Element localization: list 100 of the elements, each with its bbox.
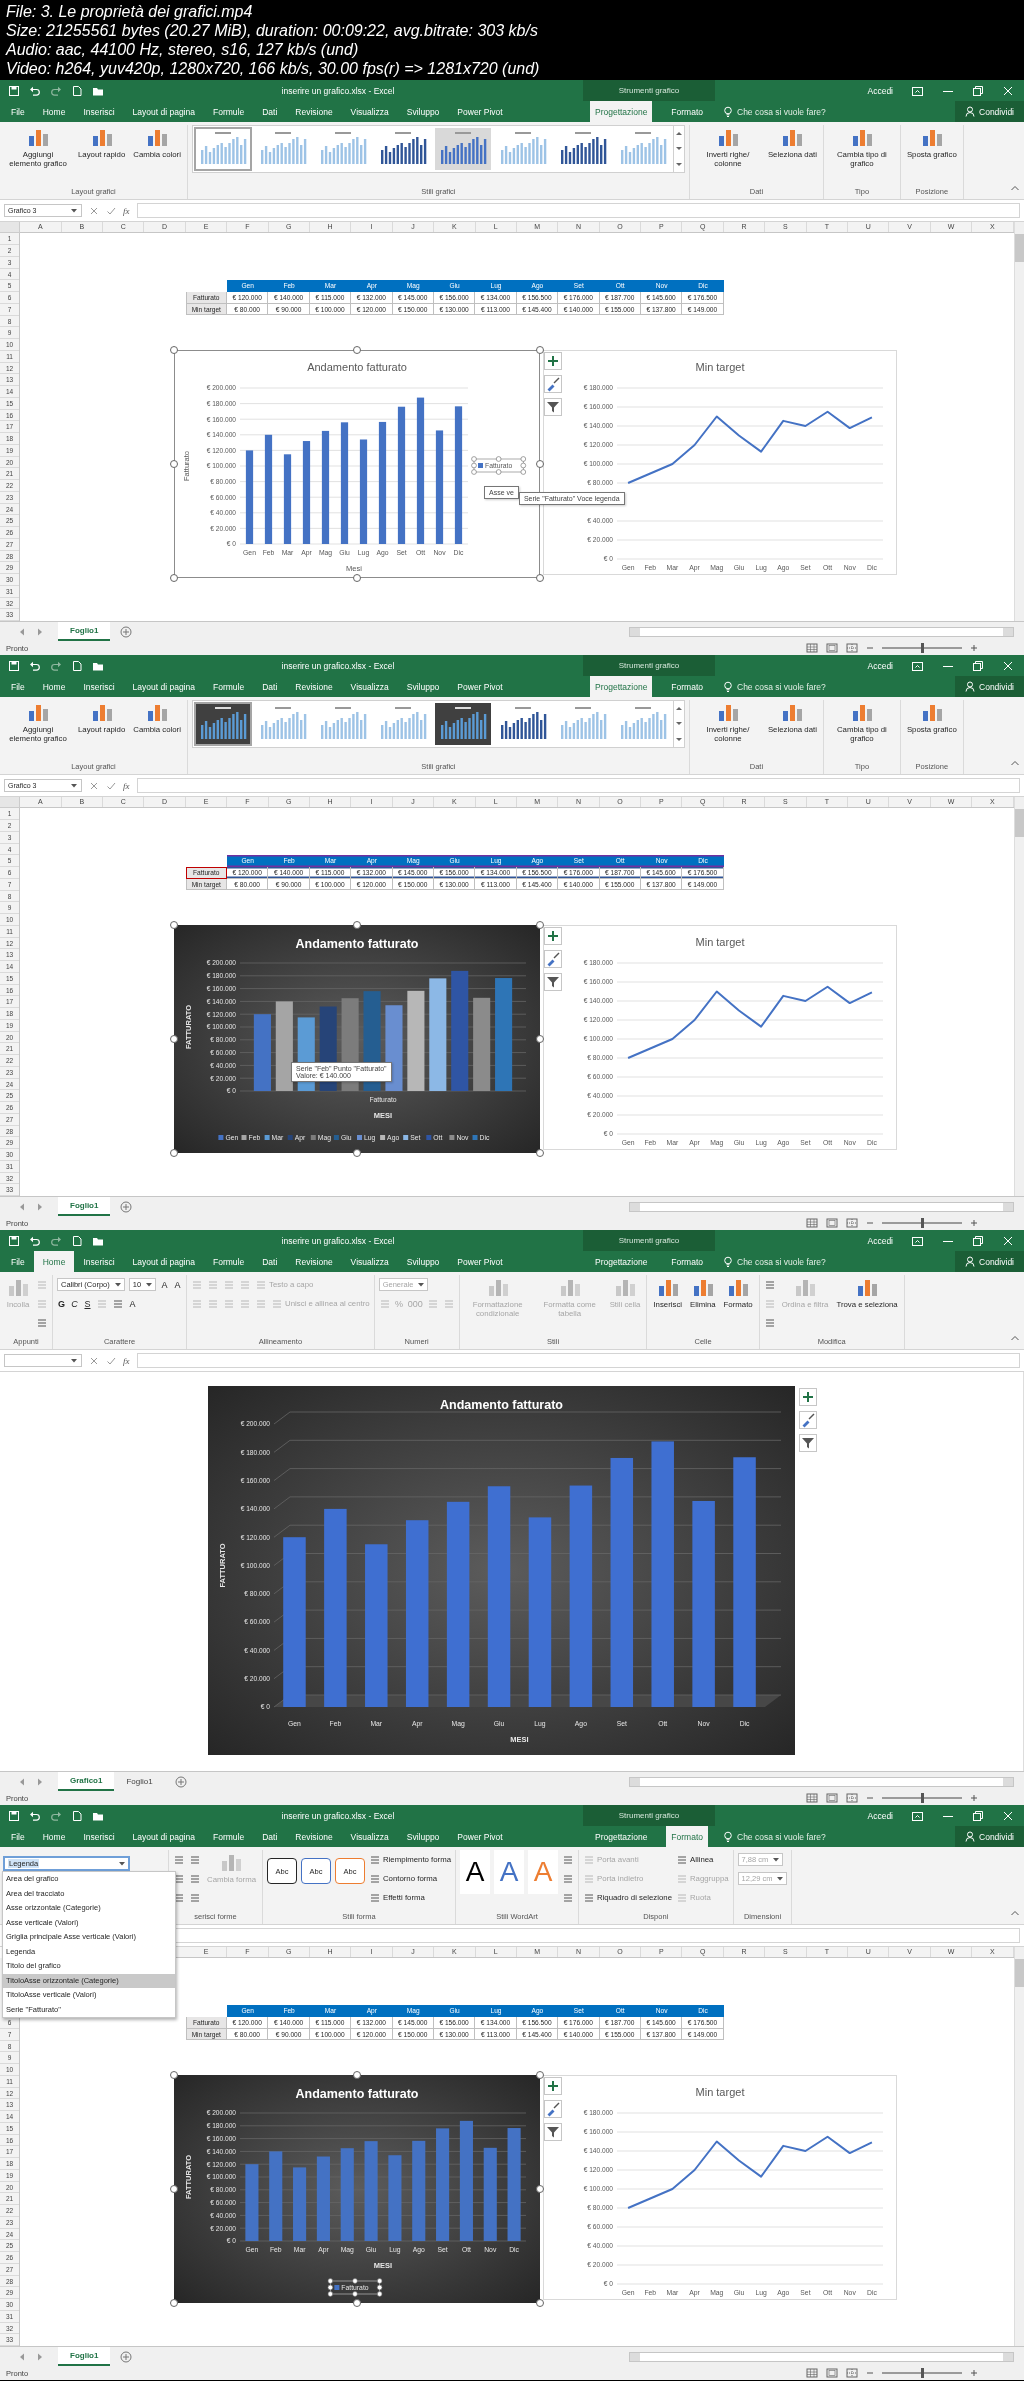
share-button[interactable]: Condividi [955, 1251, 1024, 1272]
chart-styles-button[interactable] [799, 1411, 817, 1429]
ribbon-tab[interactable]: Dati [253, 1826, 287, 1847]
format-button[interactable]: A [160, 1279, 170, 1290]
ribbon-tab[interactable]: Progettazione [589, 1826, 653, 1847]
restore-icon[interactable] [972, 1809, 984, 1822]
close-icon[interactable] [1002, 84, 1014, 97]
page-layout-icon[interactable] [826, 1218, 838, 1228]
lines-icon[interactable] [562, 1891, 574, 1904]
add-chart-element-button[interactable] [544, 927, 562, 945]
lines-icon[interactable] [763, 1316, 776, 1329]
slider-thumb[interactable] [920, 2368, 924, 2378]
vertical-scrollbar[interactable] [1023, 1372, 1024, 1771]
ribbon-tab[interactable]: Visualizza [341, 101, 398, 122]
chart-filter-button[interactable] [544, 398, 562, 416]
ribbon-tab[interactable]: File [2, 1826, 34, 1847]
resize-handle[interactable] [170, 460, 178, 468]
ribbon-tab[interactable]: Power Pivot [448, 1826, 512, 1847]
chart-filter-button[interactable] [799, 1434, 817, 1452]
add-chart-element-button[interactable] [799, 1388, 817, 1406]
ribbon-tab[interactable]: Layout di pagina [123, 101, 204, 122]
document-icon[interactable] [71, 84, 83, 97]
ribbon-tab[interactable]: Power Pivot [448, 1251, 512, 1272]
cancel-icon[interactable] [89, 780, 99, 791]
lines-icon[interactable] [173, 1853, 185, 1866]
slider-thumb[interactable] [920, 643, 924, 653]
previous-sheet-icon[interactable] [18, 1201, 26, 1212]
save-icon[interactable] [8, 1234, 20, 1247]
lines-icon[interactable] [36, 1316, 48, 1329]
name-box[interactable] [4, 1354, 82, 1367]
next-sheet-icon[interactable] [36, 626, 44, 637]
tell-me-search[interactable]: Che cosa si vuole fare? [723, 1826, 826, 1847]
chevron-up-icon[interactable] [1010, 759, 1020, 767]
zoom-out-icon[interactable] [866, 2369, 874, 2377]
chart-styles-button[interactable] [544, 950, 562, 968]
slider-thumb[interactable] [920, 1793, 924, 1803]
redo-icon[interactable] [50, 659, 62, 672]
sheet-tab[interactable]: Foglio1 [58, 2347, 111, 2366]
resize-handle[interactable] [170, 921, 178, 929]
enter-icon[interactable] [106, 780, 116, 791]
ribbon-tab[interactable]: Layout di pagina [123, 676, 204, 697]
sign-in-link[interactable]: Accedi [867, 1810, 893, 1821]
next-sheet-icon[interactable] [36, 1776, 44, 1787]
formula-input[interactable] [136, 1353, 1020, 1368]
ribbon-tab[interactable]: Revisione [286, 1251, 342, 1272]
ribbon-tab[interactable]: Sviluppo [397, 1251, 449, 1272]
ribbon-tab[interactable]: Power Pivot [448, 676, 512, 697]
resize-handle[interactable] [170, 2185, 178, 2193]
next-sheet-icon[interactable] [36, 2351, 44, 2362]
horizontal-scrollbar[interactable] [629, 1776, 1014, 1787]
ribbon-tab[interactable]: Formato [666, 101, 708, 122]
resize-handle[interactable] [170, 1035, 178, 1043]
save-icon[interactable] [8, 84, 20, 97]
zoom-out-icon[interactable] [866, 1794, 874, 1802]
scroll-up-icon[interactable] [674, 705, 683, 713]
vertical-scrollbar[interactable] [1013, 222, 1024, 621]
page-layout-icon[interactable] [826, 2368, 838, 2378]
more-icon[interactable] [674, 735, 683, 743]
page-layout-icon[interactable] [826, 643, 838, 653]
insert-function-button[interactable]: fx [123, 780, 130, 791]
lines-icon[interactable] [112, 1297, 124, 1310]
wordart-style-button[interactable]: A [460, 1850, 490, 1894]
normal-view-icon[interactable] [806, 2368, 818, 2378]
enter-icon[interactable] [106, 205, 116, 216]
resize-handle[interactable] [353, 2299, 361, 2307]
ribbon-tab[interactable]: Formule [203, 101, 254, 122]
scroll-down-icon[interactable] [674, 720, 683, 728]
lines-icon[interactable] [173, 1872, 185, 1885]
normal-view-icon[interactable] [806, 1218, 818, 1228]
add-chart-element-button[interactable] [544, 352, 562, 370]
chart-style-thumbnail[interactable] [434, 128, 491, 170]
add-sheet-icon[interactable] [120, 1200, 133, 1213]
close-icon[interactable] [1002, 1809, 1014, 1822]
chart-filter-button[interactable] [544, 973, 562, 991]
add-sheet-icon[interactable] [120, 2350, 133, 2363]
cancel-icon[interactable] [89, 205, 99, 216]
enter-icon[interactable] [106, 1355, 116, 1366]
zoom-in-icon[interactable] [970, 644, 978, 652]
share-button[interactable]: Condividi [955, 1826, 1024, 1847]
ribbon-tab[interactable]: Inserisci [74, 1826, 124, 1847]
formula-input[interactable] [136, 203, 1020, 218]
save-icon[interactable] [8, 1809, 20, 1822]
ribbon-tab[interactable]: Formule [203, 1826, 254, 1847]
sheet-tab[interactable]: Foglio1 [114, 1772, 165, 1791]
ribbon-tab[interactable]: Home [33, 1826, 75, 1847]
sign-in-link[interactable]: Accedi [867, 1235, 893, 1246]
ribbon-tab[interactable]: Formato [666, 1826, 708, 1847]
page-break-icon[interactable] [846, 1793, 858, 1803]
add-sheet-icon[interactable] [174, 1775, 187, 1788]
format-button[interactable]: A [173, 1279, 183, 1290]
ribbon-tab[interactable]: Sviluppo [397, 101, 449, 122]
document-icon[interactable] [71, 1809, 83, 1822]
wordart-style-button[interactable]: A [494, 1850, 524, 1894]
ribbon-tab[interactable]: Sviluppo [397, 676, 449, 697]
ribbon-display-icon[interactable] [911, 1809, 924, 1822]
format-button[interactable]: A [128, 1298, 137, 1309]
undo-icon[interactable] [29, 84, 41, 97]
ribbon-tab[interactable]: Dati [253, 676, 287, 697]
ribbon-display-icon[interactable] [911, 84, 924, 97]
vertical-scrollbar[interactable] [1013, 1947, 1024, 2346]
